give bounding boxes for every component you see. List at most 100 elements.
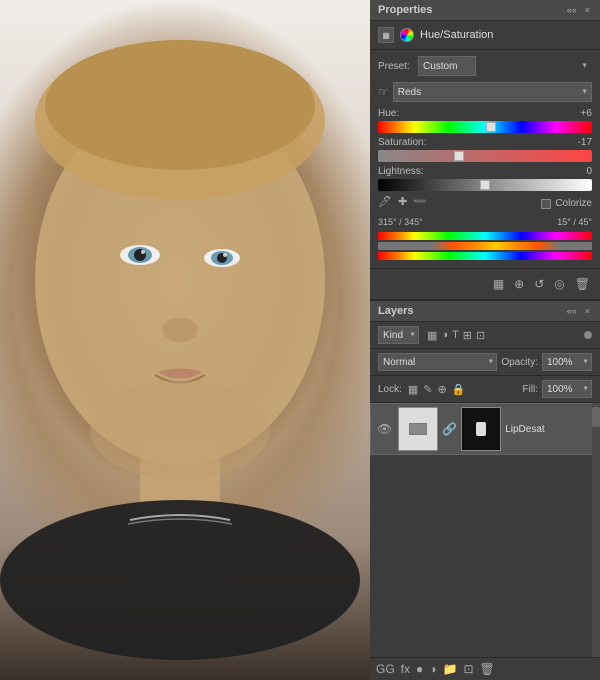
add-mask-icon[interactable]: ●: [416, 662, 423, 676]
preset-row: Preset: Custom Default Cyanotype: [378, 56, 592, 76]
colorize-checkbox[interactable]: [541, 199, 551, 209]
spectrum-bar-top: [378, 232, 592, 240]
hue-slider-track[interactable]: [378, 121, 592, 133]
layer-mask-content: [476, 422, 486, 436]
layer-chain-icon[interactable]: 🔗: [442, 422, 457, 436]
preset-select[interactable]: Custom Default Cyanotype: [418, 56, 476, 76]
fill-label: Fill:: [522, 384, 538, 395]
hand-tool-icon[interactable]: ☞: [378, 85, 389, 99]
preset-label: Preset:: [378, 61, 418, 72]
layer-name-label: LipDesat: [505, 424, 595, 435]
layers-close-btn[interactable]: ×: [583, 306, 592, 316]
prev-icon[interactable]: ↺: [532, 275, 546, 293]
hue-section: Hue: +6: [378, 108, 592, 133]
kind-filter-icons: ▦ ◑ T ⊞ ⊡: [427, 329, 485, 342]
lock-move-icon[interactable]: ⊕: [438, 383, 447, 396]
kind-type-icon[interactable]: T: [452, 329, 459, 341]
opacity-input[interactable]: [542, 353, 592, 371]
kind-pixel-icon[interactable]: ▦: [427, 329, 437, 342]
fx-icon[interactable]: fx: [401, 662, 410, 676]
delete-icon[interactable]: 🗑: [573, 275, 592, 293]
saturation-slider-track[interactable]: [378, 150, 592, 162]
huesat-header: ▦ Hue/Saturation: [370, 21, 600, 50]
delete-layer-icon[interactable]: 🗑: [480, 662, 495, 676]
range-row: 315° / 345° 15° / 45°: [378, 217, 592, 230]
preset-select-wrapper: Custom Default Cyanotype: [418, 56, 592, 76]
layers-panel: Layers «« × Kind ▦ ◑ T ⊞ ⊡: [370, 301, 600, 680]
layer-thumb-white: [398, 407, 438, 451]
layer-scrollbar[interactable]: [592, 403, 600, 657]
kind-shape-icon[interactable]: ⊞: [463, 329, 472, 342]
layers-collapse-btn[interactable]: ««: [565, 306, 579, 316]
link-icon[interactable]: ⊕: [512, 275, 526, 293]
fill-input-wrapper: [542, 380, 592, 398]
eyedropper-subtract-icon[interactable]: ➖: [413, 195, 427, 208]
layers-header: Layers «« ×: [370, 301, 600, 322]
lightness-value: 0: [562, 166, 592, 177]
hue-slider-thumb[interactable]: [486, 122, 496, 132]
lightness-label: Lightness:: [378, 166, 424, 177]
colorize-row: Colorize: [541, 198, 592, 209]
lock-paint-icon[interactable]: ✎: [423, 383, 432, 396]
eyedropper-add-icon[interactable]: ✚: [398, 195, 407, 208]
layer-thumb-adjustment-icon: [409, 423, 427, 435]
eyedropper-icon[interactable]: 🖊: [378, 195, 392, 208]
filter-status-dot: [584, 331, 592, 339]
kind-adjustment-icon[interactable]: ◑: [441, 329, 448, 341]
face-svg: [0, 0, 370, 680]
kind-smart-icon[interactable]: ⊡: [476, 329, 485, 342]
blend-row: Normal Dissolve Multiply Screen Opacity:: [370, 349, 600, 376]
blend-mode-select[interactable]: Normal Dissolve Multiply Screen: [378, 353, 497, 371]
channel-select[interactable]: Reds Master Yellows Greens: [393, 82, 592, 102]
kind-row: Kind ▦ ◑ T ⊞ ⊡: [370, 322, 600, 349]
layer-bottom-controls: GG fx ● ◑ 📁 ⊡ 🗑: [370, 657, 600, 680]
range-right: 15° / 45°: [557, 217, 592, 227]
right-panel: Properties «« × ▦ Hue/Saturation Preset:…: [370, 0, 600, 680]
saturation-section: Saturation: -17: [378, 137, 592, 162]
fill-section: Fill:: [522, 380, 592, 398]
layers-controls: «« ×: [565, 306, 592, 316]
range-left: 315° / 345°: [378, 217, 423, 227]
layer-thumb-black: [461, 407, 501, 451]
lightness-slider-track[interactable]: [378, 179, 592, 191]
lock-label: Lock:: [378, 384, 402, 395]
opacity-wrapper: [542, 353, 592, 371]
properties-controls: «« ×: [565, 5, 592, 15]
mask-icon[interactable]: ▦: [491, 275, 506, 293]
layer-scroll-thumb[interactable]: [592, 407, 600, 427]
properties-header: Properties «« ×: [370, 0, 600, 21]
photo-canvas: [0, 0, 370, 680]
reds-indicator-bar: [378, 242, 592, 250]
lock-all-icon[interactable]: 🔒: [452, 383, 466, 396]
colorize-label: Colorize: [555, 198, 592, 209]
lock-pixels-icon[interactable]: ▦: [408, 383, 418, 396]
properties-close-btn[interactable]: ×: [583, 5, 592, 15]
hue-value: +6: [562, 108, 592, 119]
new-adjustment-icon[interactable]: ◑: [429, 662, 436, 676]
new-group-icon[interactable]: 📁: [443, 662, 458, 676]
saturation-label: Saturation:: [378, 137, 426, 148]
layer-item-lipdesat[interactable]: 👁 🔗 LipDesat: [370, 403, 600, 455]
hue-header: Hue: +6: [378, 108, 592, 119]
kind-select[interactable]: Kind: [378, 326, 419, 344]
spectrum-bar-bottom: [378, 252, 592, 260]
new-layer-icon[interactable]: ⊡: [463, 662, 473, 676]
lightness-header: Lightness: 0: [378, 166, 592, 177]
lock-icons: ▦ ✎ ⊕ 🔒: [408, 383, 466, 396]
huesat-title: Hue/Saturation: [420, 29, 493, 41]
saturation-slider-thumb[interactable]: [454, 151, 464, 161]
kind-select-wrapper: Kind: [378, 326, 419, 344]
properties-collapse-btn[interactable]: ««: [565, 5, 579, 15]
lightness-section: Lightness: 0: [378, 166, 592, 191]
saturation-value: -17: [562, 137, 592, 148]
layer-list: 👁 🔗 LipDesat: [370, 403, 600, 657]
fill-input[interactable]: [542, 380, 592, 398]
visibility-icon[interactable]: ◎: [552, 275, 566, 293]
opacity-label: Opacity:: [501, 357, 538, 368]
layer-visibility-toggle[interactable]: 👁: [375, 420, 394, 438]
link-layers-icon[interactable]: GG: [376, 662, 395, 676]
eyedropper-row: 🖊 ✚ ➖: [378, 195, 427, 208]
lightness-slider-thumb[interactable]: [480, 180, 490, 190]
properties-title: Properties: [378, 4, 432, 16]
hue-label: Hue:: [378, 108, 399, 119]
